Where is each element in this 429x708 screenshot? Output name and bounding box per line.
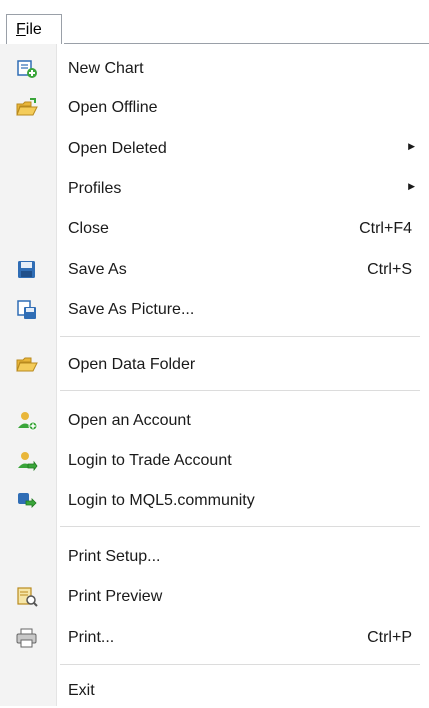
submenu-arrow-icon: ▶ — [408, 141, 415, 151]
menu-item-label: Save As — [68, 261, 127, 278]
menu-item-label: Exit — [68, 682, 95, 699]
menu-item-profiles[interactable]: Profiles ▶ — [0, 172, 429, 206]
menu-separator — [60, 664, 420, 665]
menu-item-login-mql5[interactable]: Login to MQL5.community — [0, 484, 429, 518]
menu-item-label: Login to MQL5.community — [68, 492, 255, 509]
menu-item-label: Open Offline — [68, 99, 158, 116]
user-login-icon — [16, 451, 38, 472]
menu-item-save-as[interactable]: Save As Ctrl+S — [0, 253, 429, 287]
file-menu[interactable]: File — [6, 14, 62, 44]
menu-item-label: New Chart — [68, 60, 144, 77]
floppy-disk-icon — [16, 260, 38, 280]
menu-item-close[interactable]: Close Ctrl+F4 — [0, 212, 429, 246]
file-menu-label: File — [16, 21, 42, 38]
folder-icon — [16, 355, 38, 375]
menu-item-shortcut: Ctrl+S — [367, 261, 412, 278]
menu-item-print-preview[interactable]: Print Preview — [0, 580, 429, 614]
menu-separator — [60, 336, 420, 337]
file-dropdown-menu: New Chart Open Offline Open Deleted ▶ Pr… — [0, 44, 429, 706]
print-preview-icon — [16, 587, 38, 607]
menu-item-print[interactable]: Print... Ctrl+P — [0, 621, 429, 655]
menu-separator — [60, 390, 420, 391]
menu-item-shortcut: Ctrl+F4 — [359, 220, 412, 237]
menu-item-save-as-picture[interactable]: Save As Picture... — [0, 293, 429, 327]
printer-icon — [16, 628, 38, 648]
menu-item-open-deleted[interactable]: Open Deleted ▶ — [0, 132, 429, 166]
menu-item-print-setup[interactable]: Print Setup... — [0, 540, 429, 574]
menu-item-open-offline[interactable]: Open Offline — [0, 91, 429, 125]
menu-item-label: Print... — [68, 629, 115, 646]
menu-item-open-data-folder[interactable]: Open Data Folder — [0, 348, 429, 382]
menu-item-label: Open Data Folder — [68, 356, 196, 373]
mql5-login-icon — [16, 491, 38, 511]
submenu-arrow-icon: ▶ — [408, 181, 415, 191]
menu-item-label: Profiles — [68, 180, 122, 197]
menu-item-label: Open an Account — [68, 412, 191, 429]
menu-item-exit[interactable]: Exit — [0, 674, 429, 708]
menu-item-login-trade-account[interactable]: Login to Trade Account — [0, 444, 429, 478]
menu-item-shortcut: Ctrl+P — [367, 629, 412, 646]
menu-item-label: Close — [68, 220, 109, 237]
menu-item-new-chart[interactable]: New Chart — [0, 52, 429, 86]
save-picture-icon — [16, 300, 38, 320]
menu-bar: File — [0, 0, 429, 44]
menu-item-label: Print Preview — [68, 588, 163, 605]
new-chart-icon — [16, 59, 38, 79]
open-folder-icon — [16, 98, 38, 118]
menu-item-label: Open Deleted — [68, 140, 167, 157]
menu-item-open-account[interactable]: Open an Account — [0, 404, 429, 438]
menu-separator — [60, 526, 420, 527]
menu-item-label: Save As Picture... — [68, 301, 195, 318]
user-add-icon — [16, 411, 38, 431]
menu-item-label: Print Setup... — [68, 548, 161, 565]
menu-item-label: Login to Trade Account — [68, 452, 232, 469]
